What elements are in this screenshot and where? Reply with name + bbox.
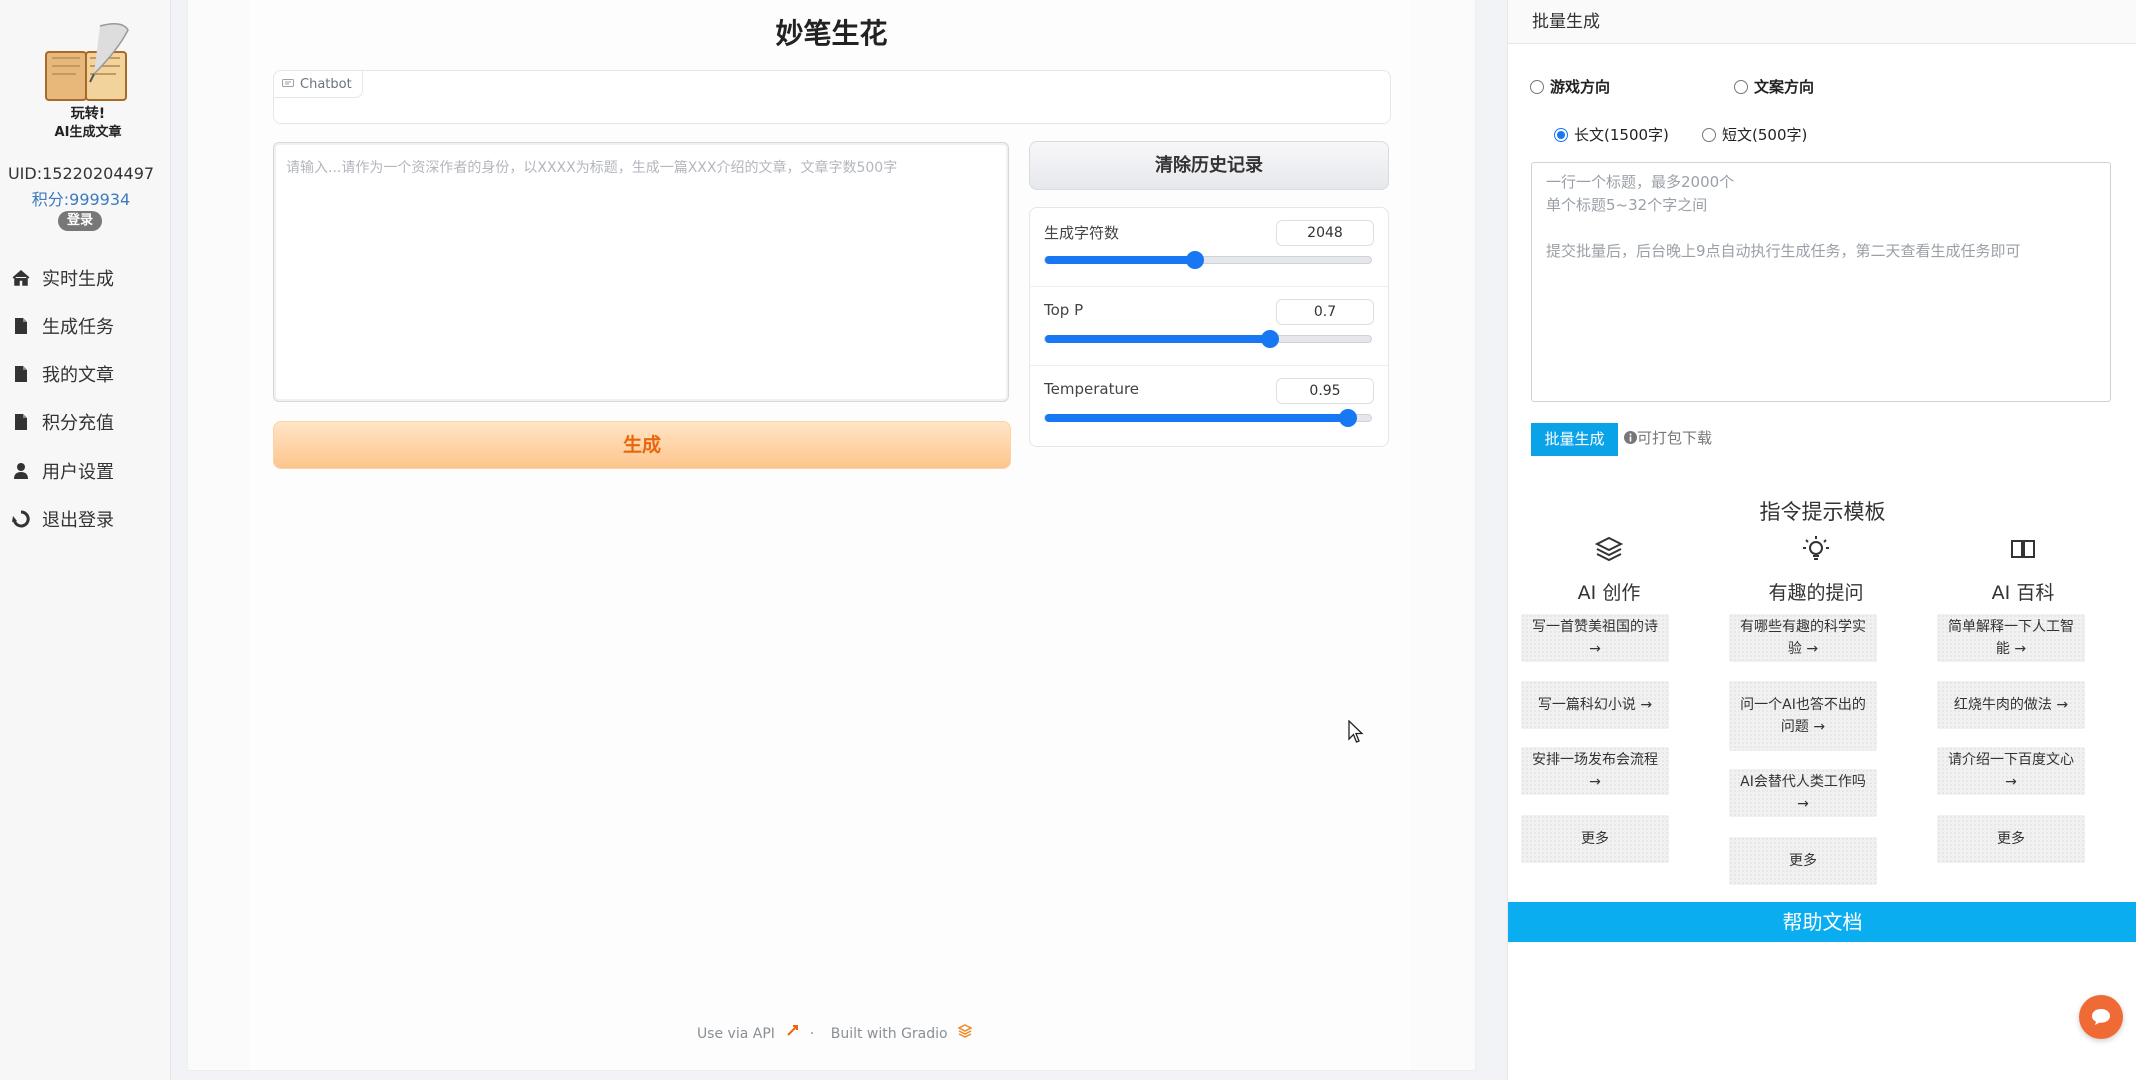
template-card[interactable]: 请介绍一下百度文心 → (1937, 747, 2085, 795)
slider-thumb[interactable] (1185, 251, 1204, 269)
parameter-panel: 生成字符数 2048 Top P 0.7 Temperature 0.95 (1029, 207, 1389, 447)
chatbot-area[interactable]: Chatbot (273, 70, 1391, 124)
param-label: Temperature (1044, 380, 1140, 398)
template-card[interactable]: 问一个AI也答不出的问题 → (1729, 681, 1877, 751)
radio-circle[interactable] (1530, 79, 1544, 94)
chat-support-button[interactable] (2079, 995, 2123, 1039)
prompt-box (273, 142, 1009, 402)
page-title: 妙笔生花 (775, 17, 888, 50)
main-panel: 妙笔生花 Chatbot 生成 清除历史记录 生成字符数 2048 Top P … (188, 0, 1475, 1070)
slider-thumb[interactable] (1339, 409, 1358, 427)
pack-note-text: 可打包下载 (1637, 429, 1713, 447)
chatbot-label: Chatbot (300, 76, 352, 92)
generate-button[interactable]: 生成 (273, 421, 1011, 469)
prompt-input[interactable] (274, 143, 1008, 401)
column-title-ai-encyclopedia: AI 百科 (1991, 582, 2055, 604)
sidebar-item-label: 我的文章 (42, 365, 114, 386)
template-card[interactable]: 写一篇科幻小说 → (1521, 681, 1669, 729)
clear-history-button[interactable]: 清除历史记录 (1029, 141, 1389, 190)
use-api-link[interactable]: Use via API (697, 1026, 775, 1042)
sidebar-item-label: 实时生成 (42, 269, 114, 290)
app-logo: 玩转! AI生成文章 (45, 23, 129, 140)
chat-icon (282, 79, 294, 87)
logo-text-line2: AI生成文章 (55, 124, 122, 140)
template-card[interactable]: 有哪些有趣的科学实验 → (1729, 614, 1877, 662)
template-more-card[interactable]: 更多 (1937, 815, 2085, 863)
radio-circle[interactable] (1734, 79, 1748, 94)
sidebar-item-label: 生成任务 (42, 317, 114, 338)
radio-game-direction[interactable]: 游戏方向 (1530, 76, 1610, 97)
template-card[interactable]: 红烧牛肉的做法 → (1937, 681, 2085, 729)
user-points: 积分:999934 (31, 190, 131, 209)
param-label: Top P (1044, 301, 1084, 319)
param-label: 生成字符数 (1044, 224, 1120, 242)
param-top-p: Top P 0.7 (1030, 287, 1388, 366)
info-icon (1624, 431, 1637, 444)
lightbulb-icon (1803, 536, 1829, 560)
param-value-input[interactable]: 0.7 (1276, 299, 1374, 325)
sidebar-item-my-articles[interactable]: 我的文章 (12, 359, 114, 389)
user-uid: UID:15220204497 (7, 164, 155, 183)
template-card[interactable]: AI会替代人类工作吗 → (1729, 769, 1877, 817)
pack-download-note: 可打包下载 (1624, 427, 1712, 448)
radio-copy-direction[interactable]: 文案方向 (1734, 76, 1814, 97)
param-value-input[interactable]: 2048 (1276, 220, 1374, 246)
file-icon (15, 414, 27, 430)
built-with-gradio-link[interactable]: Built with Gradio (831, 1026, 948, 1042)
user-icon (14, 463, 28, 479)
template-card[interactable]: 简单解释一下人工智能 → (1937, 614, 2085, 662)
slider-track[interactable] (1044, 409, 1372, 427)
radio-long-article[interactable]: 长文(1500字) (1554, 124, 1669, 145)
home-icon (12, 270, 30, 286)
sidebar-item-label: 退出登录 (42, 510, 114, 531)
batch-header: 批量生成 (1508, 0, 2136, 44)
sidebar-item-tasks[interactable]: 生成任务 (12, 311, 114, 341)
template-more-card[interactable]: 更多 (1729, 837, 1877, 885)
help-docs-button[interactable]: 帮助文档 (1508, 902, 2136, 942)
footer-separator: · (809, 1026, 815, 1042)
slider-track[interactable] (1044, 330, 1372, 348)
slider-track[interactable] (1044, 251, 1372, 269)
radio-circle[interactable] (1702, 127, 1716, 142)
sidebar: 玩转! AI生成文章 UID:15220204497 积分:999934 登录 … (0, 0, 171, 1080)
template-card[interactable]: 安排一场发布会流程 → (1521, 747, 1669, 795)
batch-generate-button[interactable]: 批量生成 (1531, 423, 1618, 456)
template-more-card[interactable]: 更多 (1521, 815, 1669, 863)
radio-circle[interactable] (1554, 127, 1568, 142)
radio-label: 游戏方向 (1550, 78, 1611, 96)
sidebar-item-realtime[interactable]: 实时生成 (12, 263, 114, 293)
param-value-input[interactable]: 0.95 (1276, 378, 1374, 404)
login-badge[interactable]: 登录 (58, 211, 102, 231)
gradio-logo-icon (957, 1024, 973, 1038)
radio-label: 文案方向 (1754, 78, 1815, 96)
chat-bubble-icon (2092, 1009, 2110, 1025)
footer: Use via API · Built with Gradio (188, 1024, 1475, 1042)
column-title-ai-creation: AI 创作 (1577, 582, 1641, 604)
file-icon (15, 366, 27, 382)
radio-label: 长文(1500字) (1574, 126, 1669, 144)
recycle-icon (12, 510, 30, 528)
sidebar-item-label: 用户设置 (42, 462, 114, 483)
sidebar-item-label: 积分充值 (42, 413, 114, 434)
param-max-chars: 生成字符数 2048 (1030, 208, 1388, 287)
templates-title: 指令提示模板 (1759, 500, 1886, 524)
rocket-icon (787, 1025, 799, 1036)
book-icon (2011, 540, 2035, 558)
file-icon (15, 318, 27, 334)
sidebar-item-user-settings[interactable]: 用户设置 (12, 456, 114, 486)
template-card[interactable]: 写一首赞美祖国的诗 → (1521, 614, 1669, 662)
param-temperature: Temperature 0.95 (1030, 366, 1388, 444)
titles-input[interactable]: 一行一个标题，最多2000个 单个标题5~32个字之间 提交批量后，后台晚上9点… (1531, 162, 2111, 402)
column-title-fun-questions: 有趣的提问 (1768, 582, 1864, 604)
logo-text-line1: 玩转! (71, 105, 105, 122)
sidebar-item-logout[interactable]: 退出登录 (12, 504, 114, 534)
mouse-cursor-icon (1348, 720, 1364, 743)
layers-icon (1594, 536, 1624, 562)
sidebar-item-recharge[interactable]: 积分充值 (12, 407, 114, 437)
radio-short-article[interactable]: 短文(500字) (1702, 124, 1807, 145)
chatbot-tag: Chatbot (274, 71, 363, 98)
batch-panel: 批量生成 游戏方向 文案方向 长文(1500字) 短文(500字) 一行一个标题… (1507, 0, 2136, 1080)
slider-thumb[interactable] (1260, 330, 1279, 348)
radio-label: 短文(500字) (1722, 126, 1808, 144)
